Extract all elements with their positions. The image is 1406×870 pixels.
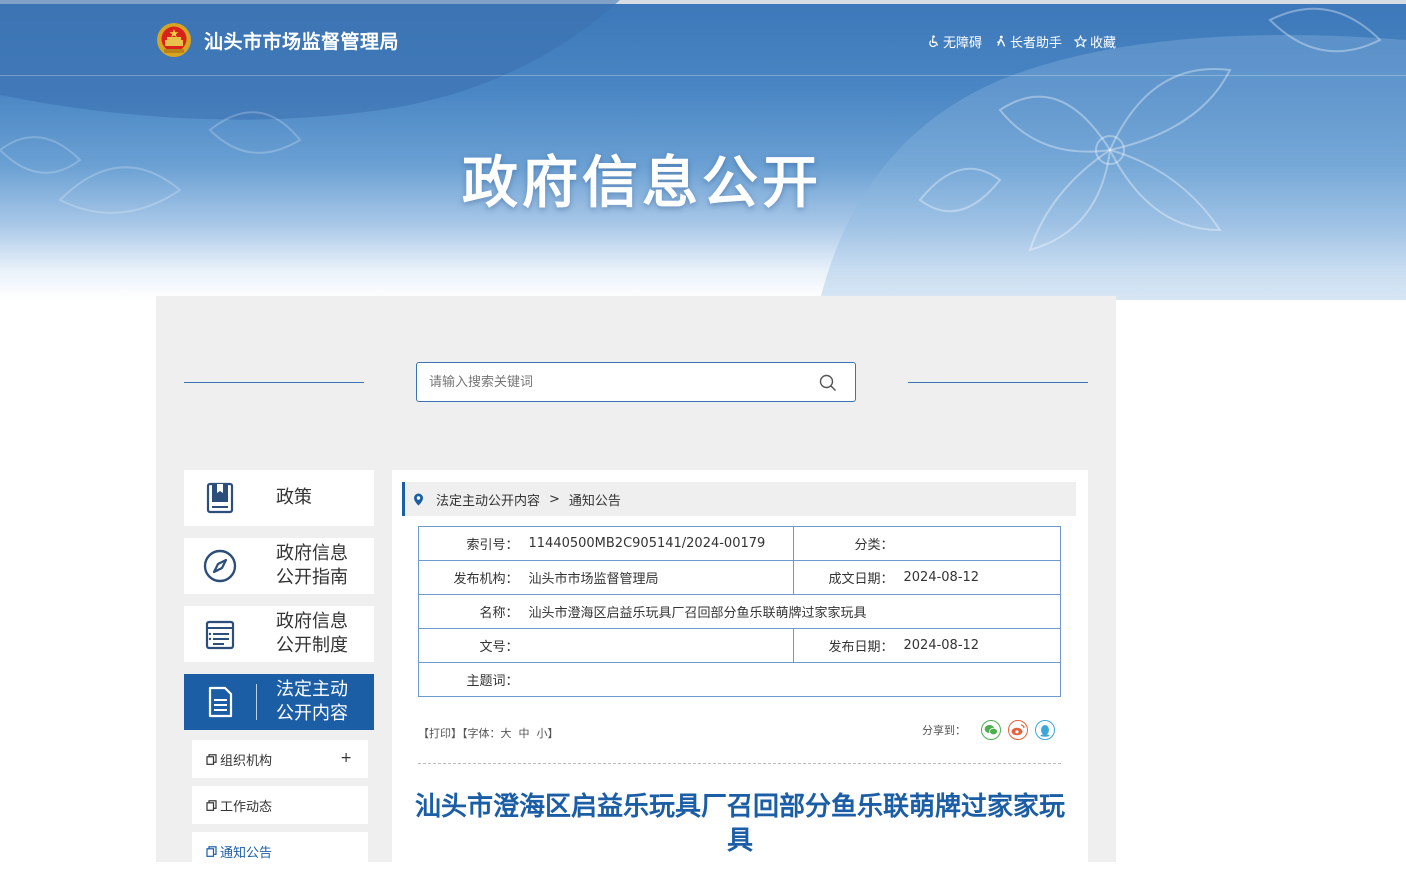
table-row: 发布机构： 汕头市市场监督管理局 成文日期： 2024-08-12	[418, 560, 1061, 595]
share-qq-button[interactable]	[1035, 720, 1055, 740]
expand-icon[interactable]: +	[340, 750, 352, 766]
favorite-link[interactable]: 收藏	[1073, 32, 1116, 51]
search-deco-line-left	[184, 382, 364, 383]
sidebar-item-policy[interactable]: 政策	[184, 470, 374, 526]
table-row: 索引号： 11440500MB2C905141/2024-00179 分类：	[418, 526, 1061, 561]
meta-keywords-value	[528, 662, 1061, 697]
font-large-button[interactable]: 大	[501, 727, 512, 740]
share-label: 分享到：	[922, 724, 966, 737]
share-weibo-button[interactable]	[1008, 720, 1028, 740]
meta-created-label: 成文日期：	[793, 560, 904, 595]
meta-published-value: 2024-08-12	[903, 628, 1061, 663]
table-row: 主题词：	[418, 662, 1061, 697]
copy-doc-icon	[206, 753, 217, 765]
sidebar-subitem-label: 通知公告	[220, 845, 273, 861]
wheelchair-icon	[929, 35, 939, 48]
site-logo[interactable]: 汕头市市场监督管理局	[156, 22, 399, 58]
sidebar-subitem-work-news[interactable]: 工作动态	[192, 786, 368, 824]
elder-assistant-link[interactable]: 长者助手	[994, 32, 1062, 51]
font-suffix: 】	[547, 727, 559, 740]
article-tools: 【打印】【字体：大 中 小】 分享到：	[418, 720, 1061, 742]
meta-index-value: 11440500MB2C905141/2024-00179	[528, 526, 794, 561]
meta-category-label: 分类：	[793, 526, 904, 561]
article-title: 汕头市澄海区启益乐玩具厂召回部分鱼乐联萌牌过家家玩具	[414, 792, 1065, 856]
main-panel: 政策 政府信息 公开指南 政府信	[156, 296, 1116, 870]
search-icon[interactable]	[819, 374, 837, 392]
content-area: 法定主动公开内容 > 通知公告 索引号： 11440500MB2C905141/…	[392, 470, 1088, 862]
sidebar: 政策 政府信息 公开指南 政府信息 公开制度 法定主动 公开内容 组织机构 + …	[184, 470, 374, 870]
share-bar: 分享到：	[922, 720, 1055, 740]
meta-docno-value	[528, 628, 794, 663]
sidebar-subitem-label: 工作动态	[220, 799, 273, 815]
meta-index-label: 索引号：	[418, 526, 529, 561]
sidebar-subitem-organization[interactable]: 组织机构 +	[192, 740, 368, 778]
sidebar-item-divider	[256, 684, 257, 720]
accessibility-link[interactable]: 无障碍	[927, 32, 982, 51]
sidebar-item-label: 法定主动 公开内容	[276, 679, 348, 724]
dashed-divider	[418, 763, 1061, 764]
compass-icon	[203, 549, 237, 583]
weibo-icon	[1011, 724, 1025, 736]
banner-title: 政府信息公开	[462, 151, 822, 216]
location-pin-icon	[414, 493, 423, 505]
elder-assistant-link-label: 长者助手	[1009, 36, 1062, 51]
sidebar-subitem-label: 组织机构	[220, 753, 273, 769]
meta-name-value: 汕头市澄海区启益乐玩具厂召回部分鱼乐联萌牌过家家玩具	[528, 594, 1061, 629]
meta-publisher-label: 发布机构：	[418, 560, 529, 595]
copy-doc-icon	[206, 799, 217, 811]
site-name: 汕头市市场监督管理局	[204, 30, 400, 53]
sidebar-item-label: 政府信息 公开制度	[276, 611, 348, 656]
header-banner: 汕头市市场监督管理局 无障碍 长者助手 收藏 政府信息公开	[0, 0, 1406, 300]
meta-name-label: 名称：	[418, 594, 529, 629]
meta-publisher-value: 汕头市市场监督管理局	[528, 560, 794, 595]
favorite-link-label: 收藏	[1089, 36, 1116, 51]
breadcrumb-link-notices[interactable]: 通知公告	[569, 490, 621, 509]
national-emblem-icon	[157, 23, 191, 57]
search-input[interactable]	[417, 363, 807, 401]
table-row: 名称： 汕头市澄海区启益乐玩具厂召回部分鱼乐联萌牌过家家玩具	[418, 594, 1061, 629]
font-small-button[interactable]: 小	[537, 727, 548, 740]
search-deco-line-right	[908, 382, 1088, 383]
search-box	[416, 362, 856, 402]
font-medium-button[interactable]: 中	[519, 727, 530, 740]
search-row	[156, 362, 1116, 402]
sidebar-item-label: 政策	[276, 487, 312, 508]
sidebar-sub-list: 组织机构 + 工作动态 通知公告	[192, 740, 374, 870]
print-font-tools: 【打印】【字体：大 中 小】	[418, 725, 559, 741]
share-wechat-button[interactable]	[981, 720, 1001, 740]
sidebar-subitem-notices[interactable]: 通知公告	[192, 832, 368, 870]
print-button[interactable]: 【打印】	[418, 727, 462, 740]
breadcrumb-link-mandatory[interactable]: 法定主动公开内容	[436, 490, 540, 509]
header-separator	[0, 75, 1406, 76]
document-list-icon	[205, 620, 235, 650]
meta-created-value: 2024-08-12	[903, 560, 1061, 595]
wechat-icon	[984, 725, 998, 736]
top-links: 无障碍 长者助手 收藏	[927, 32, 1116, 51]
elder-icon	[997, 35, 1006, 47]
meta-category-value	[903, 526, 1061, 561]
copy-doc-icon	[206, 845, 217, 857]
policy-book-icon	[206, 482, 234, 514]
meta-published-label: 发布日期：	[793, 628, 904, 663]
meta-docno-label: 文号：	[418, 628, 529, 663]
sidebar-item-guide[interactable]: 政府信息 公开指南	[184, 538, 374, 594]
breadcrumb: 法定主动公开内容 > 通知公告	[402, 482, 1076, 516]
qq-icon	[1040, 724, 1050, 737]
breadcrumb-separator: >	[549, 491, 560, 507]
font-prefix: 【字体：	[462, 727, 501, 740]
table-row: 文号： 发布日期： 2024-08-12	[418, 628, 1061, 663]
star-icon	[1073, 35, 1087, 48]
meta-keywords-label: 主题词：	[418, 662, 529, 697]
sidebar-item-label: 政府信息 公开指南	[276, 543, 348, 588]
document-meta-table: 索引号： 11440500MB2C905141/2024-00179 分类： 发…	[418, 526, 1061, 697]
sidebar-item-system[interactable]: 政府信息 公开制度	[184, 606, 374, 662]
sidebar-item-mandatory-disclosure[interactable]: 法定主动 公开内容	[184, 674, 374, 730]
accessibility-link-label: 无障碍	[942, 36, 982, 51]
document-icon	[208, 686, 233, 718]
